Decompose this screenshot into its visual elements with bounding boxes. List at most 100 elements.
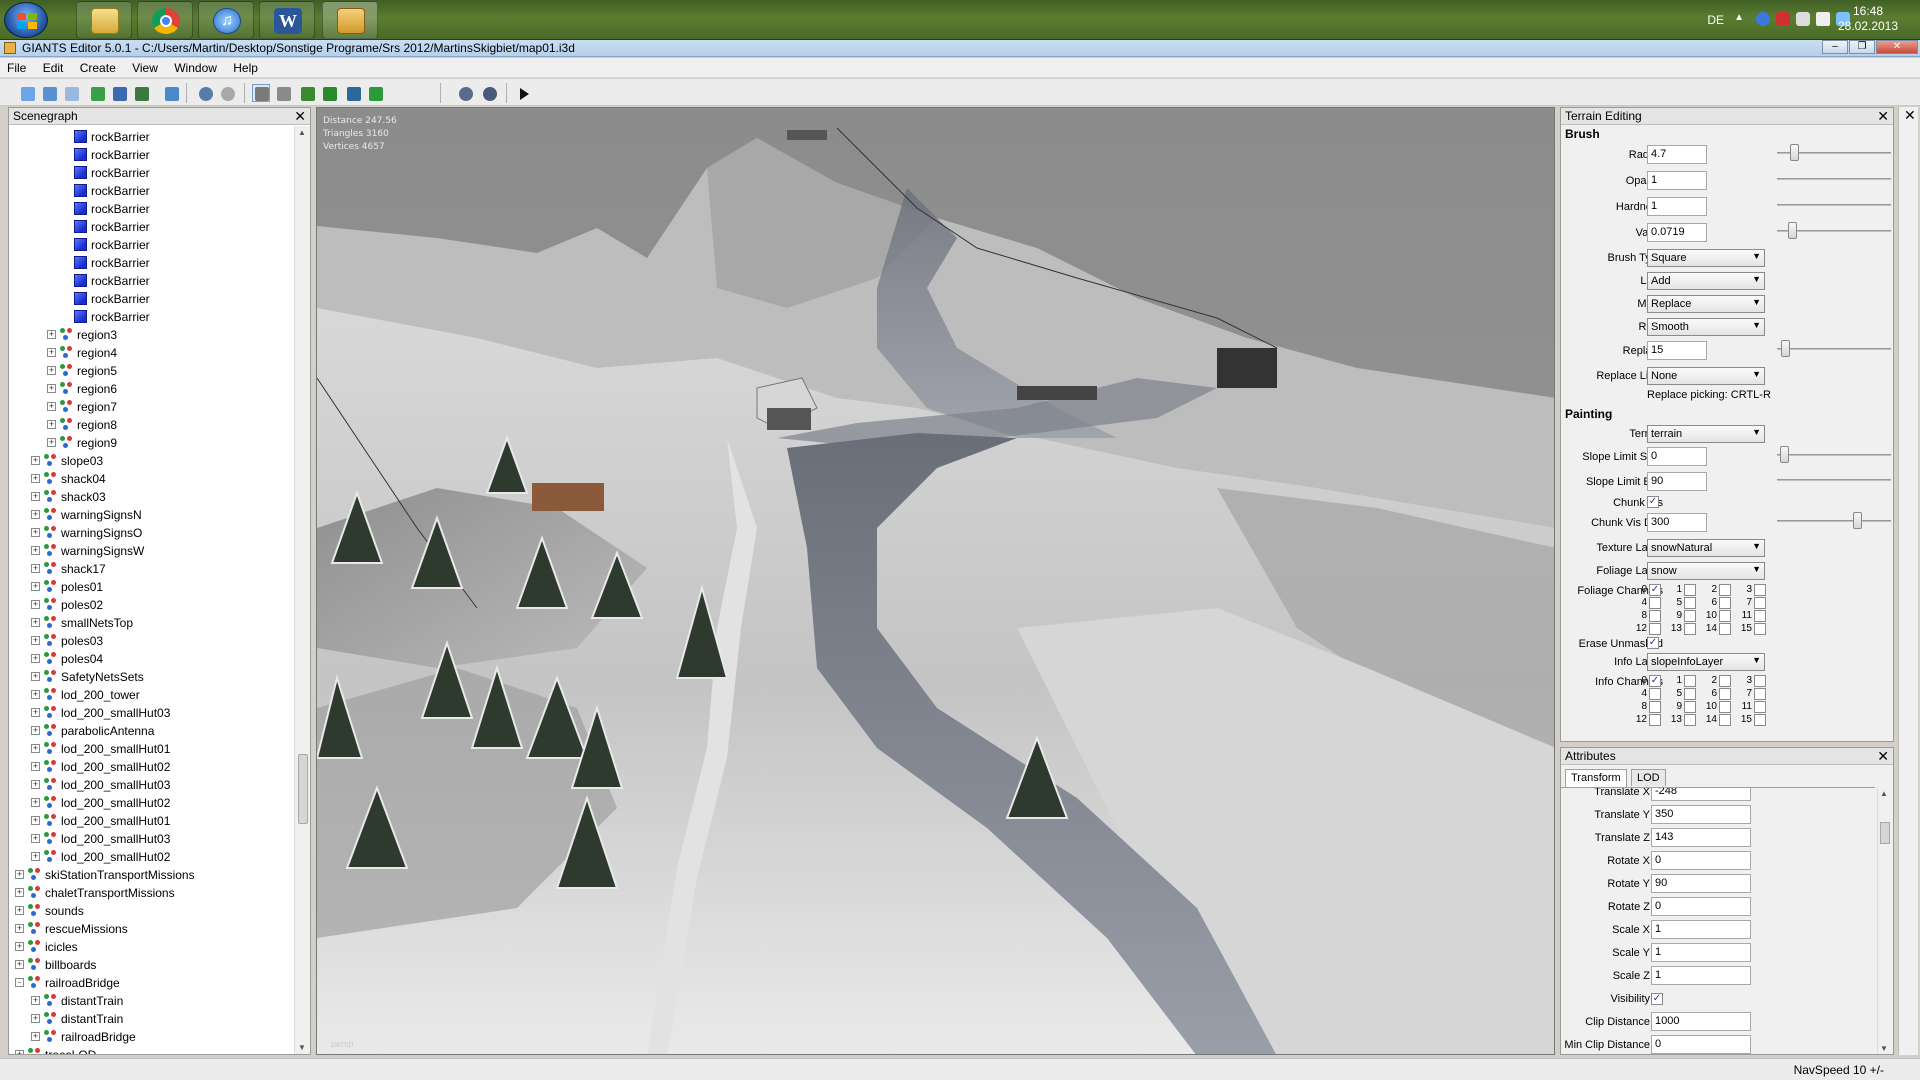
- expand-icon[interactable]: +: [15, 942, 24, 951]
- close-right-panel-icon[interactable]: ✕: [1904, 107, 1916, 124]
- expand-icon[interactable]: +: [31, 744, 40, 753]
- channel-checkbox[interactable]: [1719, 597, 1731, 609]
- expand-icon[interactable]: +: [31, 1032, 40, 1041]
- channel-checkbox[interactable]: [1684, 584, 1696, 596]
- attribute-input[interactable]: 0: [1651, 851, 1751, 870]
- channel-checkbox[interactable]: [1754, 701, 1766, 713]
- expand-icon[interactable]: +: [31, 690, 40, 699]
- expand-icon[interactable]: +: [31, 852, 40, 861]
- expand-icon[interactable]: +: [15, 960, 24, 969]
- mmb-select[interactable]: Replace ▼: [1647, 295, 1765, 313]
- taskbar-giants-editor-button[interactable]: [322, 1, 378, 39]
- menu-edit[interactable]: Edit: [36, 58, 70, 75]
- open-recent-button[interactable]: [62, 84, 80, 102]
- expand-icon[interactable]: +: [31, 582, 40, 591]
- expand-icon[interactable]: +: [31, 798, 40, 807]
- menu-view[interactable]: View: [125, 58, 164, 75]
- value-input[interactable]: 0.0719: [1647, 223, 1707, 242]
- chunk-vis-checkbox[interactable]: ✓: [1647, 496, 1659, 508]
- expand-icon[interactable]: +: [31, 780, 40, 789]
- channel-checkbox[interactable]: ✓: [1649, 584, 1661, 596]
- expand-icon[interactable]: +: [31, 708, 40, 717]
- value-slider[interactable]: [1777, 222, 1891, 239]
- expand-icon[interactable]: +: [31, 546, 40, 555]
- play-button[interactable]: [514, 84, 532, 102]
- opacity-slider[interactable]: [1777, 178, 1891, 180]
- value-slider-thumb[interactable]: [1788, 222, 1797, 239]
- taskbar-itunes-button[interactable]: ♫: [198, 1, 254, 39]
- security-alert-icon[interactable]: [1776, 12, 1790, 26]
- scrollbar-thumb[interactable]: [1880, 822, 1890, 844]
- channel-checkbox[interactable]: [1649, 610, 1661, 622]
- scroll-up-icon[interactable]: ▲: [1880, 789, 1888, 798]
- import-button[interactable]: [162, 84, 180, 102]
- attribute-input[interactable]: 0: [1651, 1035, 1751, 1054]
- attribute-input[interactable]: 90: [1651, 874, 1751, 893]
- expand-icon[interactable]: +: [47, 348, 56, 357]
- replace-limit-select[interactable]: None ▼: [1647, 367, 1765, 385]
- channel-checkbox[interactable]: [1684, 675, 1696, 687]
- channel-checkbox[interactable]: [1649, 714, 1661, 726]
- lmb-select[interactable]: Add ▼: [1647, 272, 1765, 290]
- expand-icon[interactable]: +: [31, 618, 40, 627]
- menu-create[interactable]: Create: [73, 58, 122, 75]
- channel-checkbox[interactable]: [1649, 701, 1661, 713]
- expand-icon[interactable]: +: [15, 906, 24, 915]
- attribute-input[interactable]: 350: [1651, 805, 1751, 824]
- foliage-layer-select[interactable]: snow ▼: [1647, 562, 1765, 580]
- attribute-input[interactable]: 1: [1651, 966, 1751, 985]
- channel-checkbox[interactable]: [1719, 701, 1731, 713]
- expand-icon[interactable]: +: [15, 1050, 24, 1054]
- expand-icon[interactable]: +: [31, 456, 40, 465]
- channel-checkbox[interactable]: [1719, 688, 1731, 700]
- expand-icon[interactable]: +: [31, 672, 40, 681]
- close-attributes-icon[interactable]: ✕: [1877, 748, 1889, 765]
- scrollbar-thumb[interactable]: [298, 754, 308, 824]
- opacity-input[interactable]: 1: [1647, 171, 1707, 190]
- menu-help[interactable]: Help: [226, 58, 264, 75]
- tab-lod[interactable]: LOD: [1631, 769, 1666, 786]
- save-button[interactable]: [110, 84, 128, 102]
- texture-layer-select[interactable]: snowNatural ▼: [1647, 539, 1765, 557]
- reload-button[interactable]: [88, 84, 106, 102]
- close-terrain-editing-icon[interactable]: ✕: [1877, 108, 1889, 125]
- chunk-vis-dist-slider[interactable]: [1777, 512, 1891, 529]
- scenegraph-scrollbar[interactable]: ▲ ▼: [294, 126, 310, 1054]
- taskbar-chrome-button[interactable]: [137, 1, 193, 39]
- tab-transform[interactable]: Transform: [1565, 769, 1627, 787]
- hardness-slider[interactable]: [1777, 204, 1891, 206]
- channel-checkbox[interactable]: [1649, 623, 1661, 635]
- terrain-select-button[interactable]: [252, 84, 270, 102]
- expand-icon[interactable]: +: [31, 492, 40, 501]
- channel-checkbox[interactable]: [1684, 623, 1696, 635]
- channel-checkbox[interactable]: [1754, 623, 1766, 635]
- attributes-scrollbar[interactable]: ▲ ▼: [1877, 788, 1891, 1054]
- expand-icon[interactable]: +: [47, 438, 56, 447]
- radius-slider[interactable]: [1777, 144, 1891, 161]
- replace-slider-thumb[interactable]: [1781, 340, 1790, 357]
- channel-checkbox[interactable]: [1719, 623, 1731, 635]
- expand-icon[interactable]: +: [31, 654, 40, 663]
- expand-icon[interactable]: +: [31, 528, 40, 537]
- terrain-select[interactable]: terrain ▼: [1647, 425, 1765, 443]
- 3d-viewport[interactable]: Distance 247.56 Triangles 3160 Vertices …: [316, 107, 1555, 1055]
- open-scene-button[interactable]: [40, 84, 58, 102]
- channel-checkbox[interactable]: [1684, 701, 1696, 713]
- expand-icon[interactable]: +: [31, 564, 40, 573]
- channel-checkbox[interactable]: [1649, 597, 1661, 609]
- expand-icon[interactable]: +: [31, 762, 40, 771]
- start-button[interactable]: [4, 2, 48, 38]
- expand-icon[interactable]: +: [31, 996, 40, 1005]
- slope-limit-start-slider[interactable]: [1777, 446, 1891, 463]
- attribute-input[interactable]: 1000: [1651, 1012, 1751, 1031]
- expand-icon[interactable]: +: [31, 510, 40, 519]
- expand-icon[interactable]: +: [31, 726, 40, 735]
- menu-file[interactable]: File: [0, 58, 32, 75]
- tray-expand-icon[interactable]: ▲: [1734, 12, 1744, 23]
- scroll-down-icon[interactable]: ▼: [1880, 1044, 1888, 1053]
- channel-checkbox[interactable]: [1754, 597, 1766, 609]
- taskbar-word-button[interactable]: W: [259, 1, 315, 39]
- expand-icon[interactable]: +: [47, 366, 56, 375]
- slope-limit-end-input[interactable]: 90: [1647, 472, 1707, 491]
- channel-checkbox[interactable]: [1719, 584, 1731, 596]
